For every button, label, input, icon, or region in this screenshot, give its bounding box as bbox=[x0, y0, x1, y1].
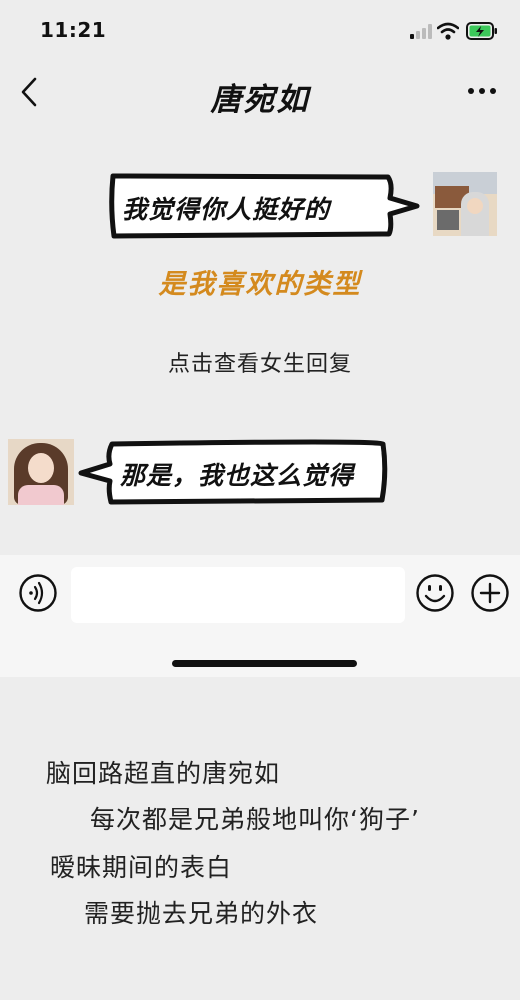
more-dots-icon[interactable] bbox=[467, 86, 497, 96]
bubble-caption: 是我喜欢的类型 bbox=[158, 269, 362, 300]
incoming-message: 那是，我也这么觉得 bbox=[120, 461, 355, 490]
chat-title: 唐宛如 bbox=[210, 82, 310, 118]
wifi-icon bbox=[437, 22, 459, 40]
view-reply-link[interactable]: 点击查看女生回复 bbox=[0, 346, 520, 378]
lyric-line: 脑回路超直的唐宛如 bbox=[46, 759, 281, 788]
cellular-signal-icon bbox=[410, 24, 434, 39]
outgoing-message: 我觉得你人挺好的 bbox=[122, 195, 331, 224]
lyric-line: 需要抛去兄弟的外衣 bbox=[84, 899, 319, 928]
home-indicator bbox=[172, 660, 357, 667]
battery-charging-icon bbox=[466, 22, 497, 40]
plus-circle-icon[interactable] bbox=[470, 573, 510, 613]
my-avatar[interactable] bbox=[433, 172, 497, 236]
status-time: 11:21 bbox=[40, 18, 107, 42]
voice-icon[interactable] bbox=[18, 573, 58, 613]
contact-avatar[interactable] bbox=[8, 439, 74, 505]
lyric-line: 暧昧期间的表白 bbox=[50, 853, 233, 882]
lyric-line: 每次都是兄弟般地叫你‘狗子’ bbox=[90, 805, 420, 834]
emoji-icon[interactable] bbox=[415, 573, 455, 613]
message-input[interactable] bbox=[71, 567, 405, 623]
